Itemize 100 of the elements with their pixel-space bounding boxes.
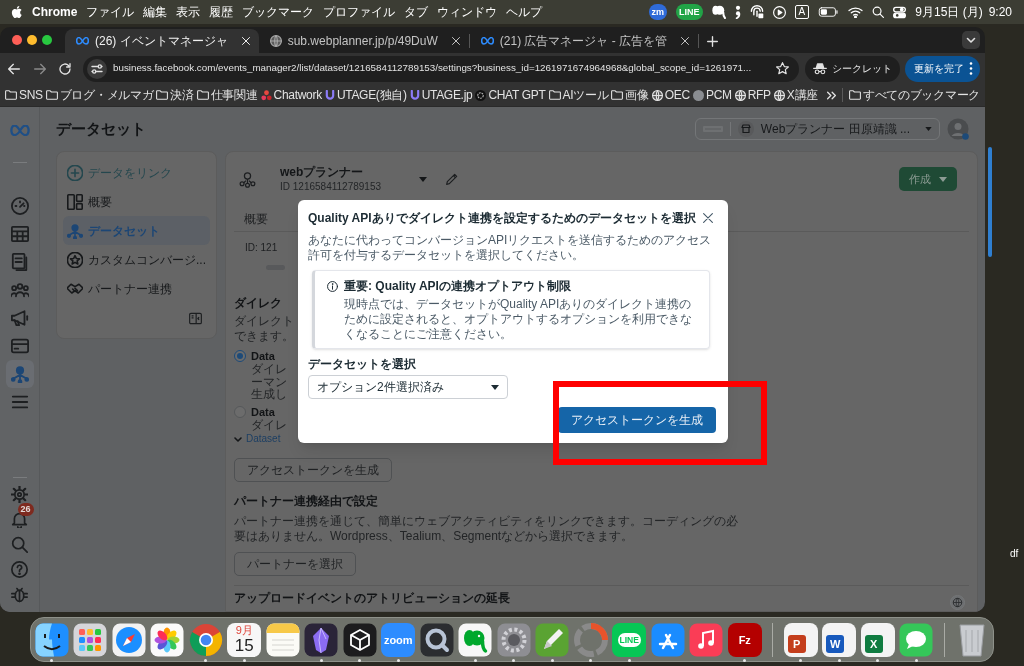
menu-item[interactable]: ファイル — [86, 3, 135, 21]
elephant-icon[interactable] — [711, 5, 726, 19]
app-menu[interactable]: Chrome — [32, 3, 78, 21]
menu-item[interactable]: ヘルプ — [506, 3, 543, 21]
browser-tab[interactable]: (21) 広告マネージャ - 広告を管 — [469, 29, 699, 53]
megaphone-icon[interactable] — [10, 309, 29, 327]
pen-icon[interactable] — [535, 623, 570, 657]
smiling-face-icon[interactable] — [34, 623, 69, 657]
menu-item[interactable]: 表示 — [176, 3, 201, 21]
file-label[interactable]: df — [1010, 546, 1019, 561]
triangle-strokes-icon[interactable] — [650, 623, 685, 657]
bookmark-item[interactable]: RFP — [734, 86, 771, 104]
menu-item[interactable]: ウィンドウ — [437, 3, 498, 21]
gear-icon[interactable] — [496, 623, 531, 657]
bookmark-item[interactable]: Chatwork — [260, 86, 322, 104]
pencil-icon[interactable] — [446, 173, 459, 185]
chevron-down-icon[interactable] — [962, 31, 980, 49]
bookmark-item[interactable]: 決済 — [156, 86, 194, 104]
bookmark-item[interactable]: 仕事関連 — [196, 86, 258, 104]
table-icon[interactable] — [10, 225, 29, 243]
bookmark-item[interactable]: OEC — [651, 86, 690, 104]
radio-button[interactable] — [234, 350, 246, 362]
bookmark-item[interactable]: CHAT GPT — [475, 86, 546, 104]
app-tile[interactable]: X — [860, 623, 895, 657]
bookmark-item[interactable]: X講座 — [773, 86, 818, 104]
caret-down-icon[interactable] — [419, 176, 428, 182]
clock-time[interactable]: 9:20 — [988, 3, 1012, 21]
create-button[interactable]: 作成 — [899, 167, 957, 191]
bookmark-item[interactable]: 画像 — [611, 86, 649, 104]
bookmark-item[interactable]: UTAGE.jp — [409, 86, 473, 104]
gauge-icon[interactable] — [10, 197, 29, 215]
search-icon[interactable] — [872, 6, 885, 18]
bookmark-item[interactable]: すべてのブックマーク — [849, 86, 980, 104]
app-tile[interactable]: W — [822, 623, 857, 657]
status-app-button[interactable]: zm — [648, 4, 668, 20]
minimize-window-icon[interactable] — [27, 35, 37, 45]
notepad-icon[interactable] — [265, 623, 300, 657]
dataset-select[interactable]: オプション2件選択済み — [308, 375, 508, 399]
generate-token-button[interactable]: アクセストークンを生成 — [558, 407, 716, 433]
calendar-tile[interactable]: 9月 15 — [227, 623, 262, 657]
close-window-icon[interactable] — [12, 35, 22, 45]
incognito-button[interactable]: シークレット — [805, 55, 900, 82]
bookmark-item[interactable]: SNS — [5, 86, 43, 104]
back-arrow-icon[interactable] — [8, 62, 20, 75]
music-note-icon[interactable] — [689, 623, 724, 657]
help-icon[interactable] — [11, 561, 28, 578]
update-button[interactable]: 更新を完了 — [905, 55, 980, 82]
segmented-circle-icon[interactable] — [188, 623, 223, 657]
people-icon[interactable] — [10, 281, 29, 299]
credit-card-icon[interactable] — [10, 337, 29, 355]
nodes-icon[interactable] — [5, 360, 34, 388]
battery-icon[interactable] — [818, 7, 840, 17]
menu-item[interactable]: プロファイル — [323, 3, 396, 21]
flower-icon[interactable] — [150, 623, 185, 657]
speech-bubble-icon[interactable] — [899, 623, 934, 657]
reload-icon[interactable] — [59, 62, 71, 75]
plus-icon[interactable] — [707, 35, 719, 47]
tune-icon[interactable] — [87, 58, 107, 79]
close-icon[interactable] — [703, 213, 713, 223]
crystal-icon[interactable] — [304, 623, 339, 657]
close-icon[interactable] — [681, 37, 690, 45]
input-source-button[interactable]: A — [794, 5, 810, 19]
gear-icon[interactable] — [11, 486, 28, 503]
clock-date[interactable]: 9月15日 (月) — [915, 3, 983, 21]
globe-icon[interactable] — [950, 595, 965, 610]
semicolon-icon[interactable] — [734, 5, 741, 19]
zoom-window-icon[interactable] — [42, 35, 52, 45]
toggles-icon[interactable] — [893, 5, 907, 19]
panel-toggle-icon[interactable] — [189, 312, 202, 325]
bookmark-item[interactable]: ブログ・メルマガ — [45, 86, 154, 104]
bookmark-item[interactable]: AIツール — [548, 86, 609, 104]
star-icon[interactable] — [776, 62, 789, 75]
double-chevron-icon[interactable] — [827, 90, 836, 100]
menu-icon[interactable] — [10, 393, 29, 411]
menu-item[interactable]: 編集 — [143, 3, 168, 21]
browser-tab[interactable]: sub.webplanner.jp/p/49DuW — [258, 29, 469, 53]
app-tile[interactable]: P — [783, 623, 818, 657]
bug-icon[interactable] — [11, 586, 28, 603]
menu-item[interactable]: ブックマーク — [242, 3, 315, 21]
app-tile[interactable]: Fz — [727, 623, 762, 657]
bookmark-item[interactable]: UTAGE(独自) — [324, 86, 407, 104]
folder-icon — [548, 90, 561, 100]
menu-item[interactable]: 履歴 — [209, 3, 234, 21]
menu-item[interactable]: タブ — [404, 3, 429, 21]
close-icon[interactable] — [451, 37, 460, 45]
forward-arrow-icon[interactable] — [34, 62, 46, 75]
cube-icon[interactable] — [342, 623, 377, 657]
apple-icon[interactable] — [11, 5, 23, 19]
magnifier-icon[interactable] — [419, 623, 454, 657]
fingerprint-icon[interactable] — [749, 5, 764, 19]
more-vertical-icon[interactable] — [969, 62, 973, 75]
wifi-icon[interactable] — [848, 6, 864, 18]
documents-icon[interactable] — [10, 253, 29, 271]
bell-icon[interactable] — [11, 511, 28, 528]
compass-icon[interactable] — [111, 623, 146, 657]
dots-cluster-icon — [260, 89, 272, 101]
bookmark-item[interactable]: PCM — [692, 86, 732, 104]
browser-tab[interactable]: (26) イベントマネージャ — [65, 29, 259, 53]
address-bar[interactable]: business.facebook.com/events_manager2/list/dataset/1216584112789153/settings?business_id=1261971674964968&global_scope_id=1261971... — [83, 55, 799, 82]
play-circle-icon[interactable] — [772, 5, 786, 19]
